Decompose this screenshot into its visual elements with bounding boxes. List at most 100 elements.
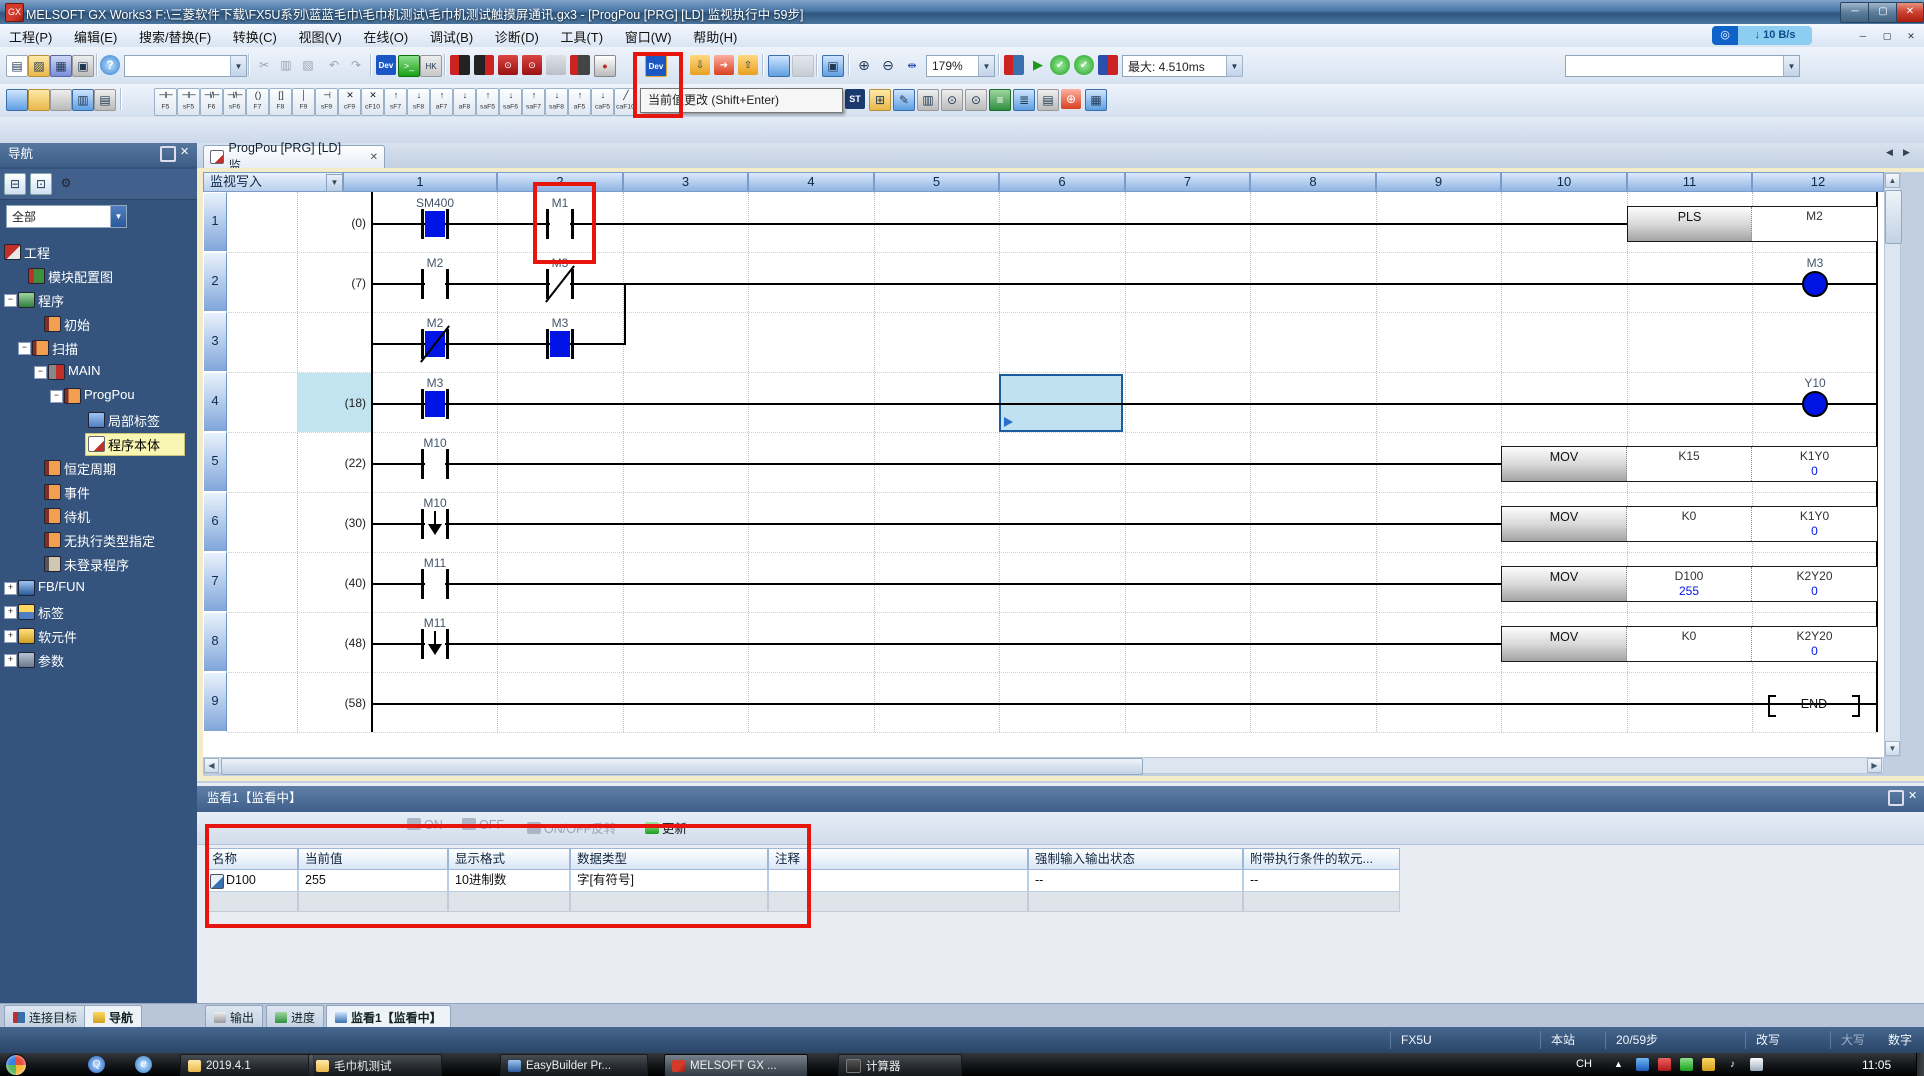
find-instruction-icon[interactable]: ⊙ — [965, 89, 987, 111]
watch-close-icon[interactable]: ✕ — [1908, 789, 1917, 802]
menu-online[interactable]: 在线(O) — [354, 24, 417, 49]
check-parameter-icon[interactable]: ✔ — [1074, 55, 1094, 75]
start-button[interactable] — [5, 1054, 27, 1076]
dropdown-arrow-icon[interactable]: ▼ — [230, 56, 246, 76]
language-indicator[interactable]: CH — [1576, 1058, 1592, 1070]
horizontal-line-button[interactable]: ⊣sF9 — [315, 88, 338, 116]
dropdown-arrow-icon[interactable]: ▼ — [978, 56, 994, 76]
mode-dropdown-icon[interactable]: ▼ — [326, 174, 343, 192]
paste-icon[interactable]: ▧ — [298, 55, 318, 75]
volume-icon[interactable]: ♪ — [1726, 1058, 1739, 1071]
monitor-stop-icon[interactable] — [546, 55, 566, 75]
contact-close-parallel-button[interactable]: ⊣/⊢sF6 — [223, 88, 246, 116]
tree-item-fbfun[interactable]: +FB/FUN — [0, 576, 197, 600]
nav-close-icon[interactable]: ✕ — [180, 145, 189, 158]
npafl-button[interactable]: ↑saF5 — [476, 88, 499, 116]
scroll-down-icon[interactable]: ▼ — [1885, 741, 1900, 756]
tree-item-unregistered[interactable]: 未登录程序 — [0, 552, 197, 576]
tab-output[interactable]: 输出 — [205, 1005, 263, 1028]
vertical-line-button[interactable]: │F9 — [292, 88, 315, 116]
editor-tab-progpou[interactable]: ProgPou [PRG] [LD] 监... ✕ — [203, 145, 385, 168]
menu-tool[interactable]: 工具(T) — [551, 24, 612, 49]
device-display-icon[interactable]: Dev — [376, 55, 396, 75]
tree-item-main[interactable]: −MAIN — [0, 360, 197, 384]
pin-icon[interactable] — [1888, 790, 1904, 806]
taskbar-calculator[interactable]: 计算器 — [838, 1054, 962, 1076]
collapse-icon[interactable]: − — [18, 342, 31, 355]
child-close-button[interactable]: ✕ — [1900, 29, 1922, 44]
tree-item-local-label[interactable]: 局部标签 — [0, 408, 197, 432]
simulation-icon[interactable] — [1004, 55, 1024, 75]
contact-m3-on[interactable] — [425, 391, 445, 417]
invert-operation-button[interactable]: ↑aF5 — [568, 88, 591, 116]
mov-instruction-box[interactable]: MOV K0 K2Y200 — [1501, 626, 1878, 662]
menu-help[interactable]: 帮助(H) — [684, 24, 746, 49]
jump-up-icon[interactable]: ⇧ — [738, 55, 758, 75]
tree-item-program-body[interactable]: 程序本体 — [0, 432, 197, 456]
browser-icon[interactable]: e — [135, 1056, 152, 1073]
pulse-falling-button[interactable]: ↓sF8 — [407, 88, 430, 116]
menu-project[interactable]: 工程(P) — [0, 24, 61, 49]
redo-icon[interactable]: ↷ — [346, 55, 366, 75]
tray-antivirus-icon[interactable] — [1658, 1058, 1671, 1071]
plc-write-icon[interactable] — [474, 55, 494, 75]
expand-icon[interactable]: + — [4, 630, 17, 643]
device-test-icon[interactable]: ⊕ — [1061, 89, 1081, 109]
docking-window-icon[interactable]: ▣ — [822, 55, 844, 77]
tray-sync-icon[interactable] — [1680, 1058, 1693, 1071]
dropdown-arrow-icon[interactable]: ▼ — [1783, 56, 1799, 76]
vertical-scroll-thumb[interactable] — [1885, 190, 1902, 244]
search-app-icon[interactable]: Q — [88, 1056, 105, 1073]
tree-item-module-config[interactable]: 模块配置图 — [0, 264, 197, 288]
taskbar-melsoft[interactable]: MELSOFT GX ... — [664, 1054, 808, 1076]
show-desktop-button[interactable] — [1916, 1053, 1924, 1076]
monitor-mode-icon[interactable]: ● — [594, 55, 616, 77]
contact-close-button[interactable]: ⊣/⊢F6 — [200, 88, 223, 116]
menu-window[interactable]: 窗口(W) — [616, 24, 681, 49]
expand-all-icon[interactable]: ⊡ — [30, 173, 52, 195]
clock[interactable]: 11:05 — [1862, 1058, 1891, 1072]
child-restore-button[interactable]: ▢ — [1876, 29, 1898, 44]
pin-icon[interactable] — [160, 146, 176, 162]
menu-debug[interactable]: 调试(B) — [421, 24, 482, 49]
tree-item-parameter[interactable]: +参数 — [0, 648, 197, 672]
search-combo[interactable]: ▼ — [124, 55, 247, 77]
tab-navigation[interactable]: 导航 — [84, 1005, 142, 1028]
tree-item-label[interactable]: +标签 — [0, 600, 197, 624]
menu-search[interactable]: 搜索/替换(F) — [130, 24, 220, 49]
jump-down-icon[interactable]: ⇩ — [690, 55, 710, 75]
network-icon[interactable] — [1750, 1058, 1763, 1071]
tab-scroll-right-icon[interactable]: ▶ — [1903, 147, 1910, 158]
maximize-button[interactable]: ▢ — [1868, 2, 1898, 23]
zoom-level-combo[interactable]: 179%▼ — [926, 55, 995, 77]
expand-icon[interactable]: + — [4, 654, 17, 667]
contact-m2-off[interactable] — [425, 271, 445, 297]
delete-vert-line-button[interactable]: ✕cF9 — [338, 88, 361, 116]
contact-open-parallel-button[interactable]: ⊣⊢sF5 — [177, 88, 200, 116]
tray-update-icon[interactable] — [1702, 1058, 1715, 1071]
device-list-icon[interactable]: ▤ — [94, 89, 116, 111]
window-cascade-icon[interactable] — [768, 55, 790, 77]
save-icon[interactable]: ▦ — [50, 55, 72, 77]
watch-header[interactable]: 强制输入输出状态 — [1028, 848, 1243, 870]
comment-display-icon[interactable]: ≡ — [989, 89, 1011, 111]
zoom-out-icon[interactable]: ⊖ — [878, 55, 898, 75]
expand-icon[interactable]: + — [4, 606, 17, 619]
watch-empty-row[interactable] — [1028, 892, 1243, 912]
collapse-icon[interactable]: − — [4, 294, 17, 307]
minimize-button[interactable]: ─ — [1840, 2, 1870, 23]
child-minimize-button[interactable]: ─ — [1852, 29, 1874, 44]
mov-instruction-box[interactable]: MOV D100255 K2Y200 — [1501, 566, 1878, 602]
scroll-up-icon[interactable]: ▲ — [1885, 173, 1900, 188]
net-speed-widget[interactable]: ◎ ↓ 10 B/s — [1712, 26, 1812, 45]
menu-diagnostics[interactable]: 诊断(D) — [486, 24, 548, 49]
taskbar-folder-2019[interactable]: 2019.4.1 — [180, 1054, 314, 1076]
undo-icon[interactable]: ↶ — [324, 55, 344, 75]
instruction-button[interactable]: [ ]F8 — [269, 88, 292, 116]
cut-icon[interactable]: ✂ — [254, 55, 274, 75]
tab-watch1[interactable]: 监看1【监看中】 — [326, 1005, 451, 1028]
dropdown-arrow-icon[interactable]: ▼ — [110, 206, 126, 227]
menu-view[interactable]: 视图(V) — [289, 24, 350, 49]
pulse-rising-button[interactable]: ↑sF7 — [384, 88, 407, 116]
coil-m3-on[interactable] — [1802, 271, 1828, 297]
